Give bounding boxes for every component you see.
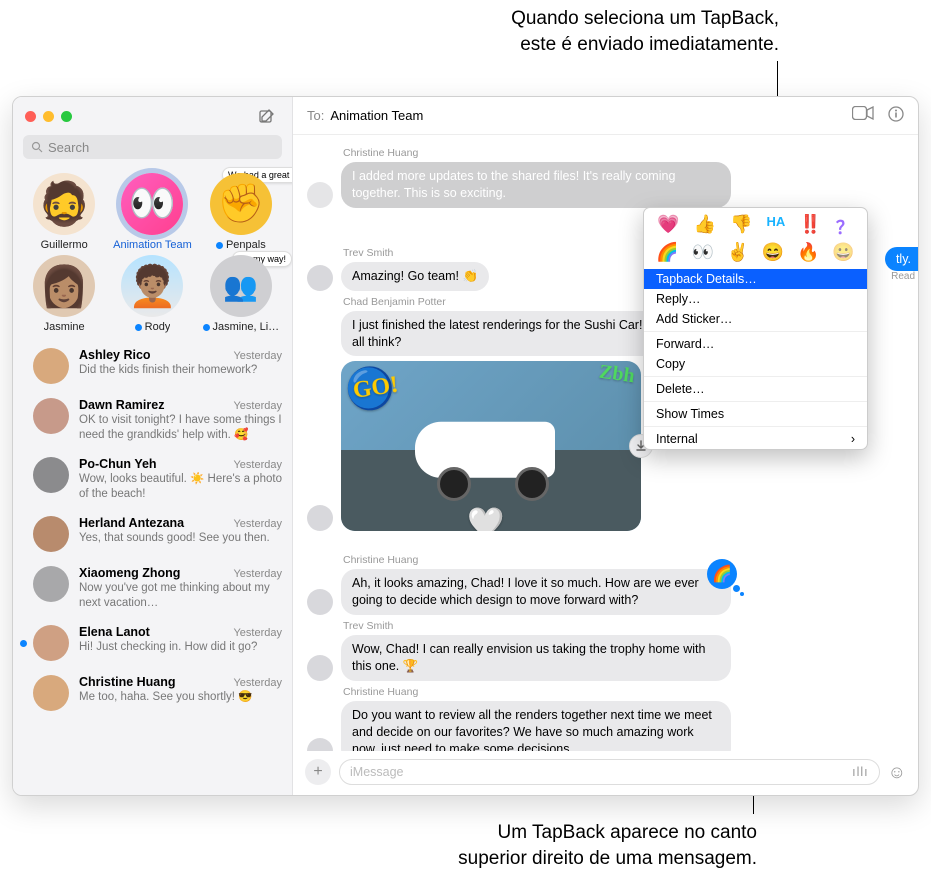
- message-bubble[interactable]: Do you want to review all the renders to…: [341, 701, 731, 751]
- list-item[interactable]: Herland AntezanaYesterdayYes, that sound…: [13, 509, 292, 559]
- tapback-heart[interactable]: 💗: [657, 214, 679, 240]
- context-menu: 💗 👍 👎 HA ‼️ ？ 🌈 👀 ✌️ 😄 🔥 😀 Tapback Detai…: [643, 207, 868, 450]
- avatar: [307, 505, 333, 531]
- tapback-smile[interactable]: 😄: [762, 242, 784, 263]
- outgoing-message-fragment: tly.: [885, 247, 918, 271]
- tapback-thumbsdown[interactable]: 👎: [730, 214, 752, 240]
- message-bubble[interactable]: Ah, it looks amazing, Chad! I love it so…: [341, 569, 731, 615]
- search-placeholder: Search: [48, 140, 89, 155]
- pinned-grid: 🧔 Guillermo 👀 Animation Team We had a gr…: [13, 169, 292, 341]
- composer: + iMessage ıllı ☺: [293, 751, 918, 795]
- avatar: [307, 589, 333, 615]
- list-item[interactable]: Xiaomeng ZhongYesterdayNow you've got me…: [13, 559, 292, 618]
- avatar: [307, 265, 333, 291]
- emoji-picker-button[interactable]: ☺: [888, 762, 906, 783]
- annotation-top: Quando seleciona um TapBack, este é envi…: [511, 6, 779, 57]
- message-bubble[interactable]: Amazing! Go team! 👏: [341, 262, 489, 291]
- pin-penpals[interactable]: We had a great time. Home with… ✊ Penpal…: [198, 173, 284, 251]
- conversation-pane: To: Animation Team tly. Read 💗 👍 👎 HA ‼️…: [293, 97, 918, 795]
- tapback-exclaim[interactable]: ‼️: [799, 214, 821, 240]
- message-row: I added more updates to the shared files…: [307, 162, 902, 208]
- unread-indicator: [20, 640, 27, 647]
- minimize-window-button[interactable]: [43, 111, 54, 122]
- facetime-video-button[interactable]: [852, 106, 874, 125]
- sender-label: Trev Smith: [343, 620, 902, 632]
- message-bubble-selected[interactable]: I added more updates to the shared files…: [341, 162, 731, 208]
- fullscreen-window-button[interactable]: [61, 111, 72, 122]
- chat-scroll[interactable]: tly. Read 💗 👍 👎 HA ‼️ ？ 🌈 👀 ✌️ 😄 🔥: [293, 135, 918, 751]
- details-button[interactable]: [888, 106, 904, 125]
- list-item[interactable]: Ashley RicoYesterdayDid the kids finish …: [13, 341, 292, 391]
- window-controls: [25, 111, 72, 122]
- avatar: [307, 655, 333, 681]
- ctx-internal[interactable]: Internal›: [644, 429, 867, 449]
- messages-window: Search 🧔 Guillermo 👀 Animation Team We h…: [12, 96, 919, 796]
- tapback-question[interactable]: ？: [836, 214, 854, 240]
- ctx-delete[interactable]: Delete…: [644, 379, 867, 399]
- avatar: [307, 738, 333, 752]
- input-placeholder: iMessage: [350, 765, 404, 779]
- list-item[interactable]: Po-Chun YehYesterdayWow, looks beautiful…: [13, 450, 292, 509]
- message-input[interactable]: iMessage ıllı: [339, 759, 880, 785]
- tapback-haha[interactable]: HA: [767, 214, 786, 240]
- sidebar: Search 🧔 Guillermo 👀 Animation Team We h…: [13, 97, 293, 795]
- list-item[interactable]: Christine HuangYesterdayMe too, haha. Se…: [13, 668, 292, 718]
- tapback-fire[interactable]: 🔥: [797, 242, 819, 263]
- chevron-right-icon: ›: [851, 432, 855, 446]
- compose-button[interactable]: [254, 105, 280, 127]
- message-bubble[interactable]: Wow, Chad! I can really envision us taki…: [341, 635, 731, 681]
- to-label: To:: [307, 108, 324, 123]
- tapback-badge-rainbow[interactable]: 🌈: [707, 559, 737, 589]
- apps-button[interactable]: +: [305, 759, 331, 785]
- tapback-more-emoji[interactable]: 😀: [832, 242, 854, 263]
- sender-label: Christine Huang: [343, 554, 902, 566]
- pin-rody[interactable]: 🧑🏽‍🦱 Rody: [109, 255, 195, 333]
- tapback-thumbsup[interactable]: 👍: [694, 214, 716, 240]
- close-window-button[interactable]: [25, 111, 36, 122]
- to-value: Animation Team: [330, 108, 423, 123]
- ctx-copy[interactable]: Copy: [644, 354, 867, 374]
- search-input[interactable]: Search: [23, 135, 282, 159]
- tapback-row-2: 🌈 👀 ✌️ 😄 🔥 😀: [644, 242, 867, 269]
- tapback-rainbow[interactable]: 🌈: [656, 242, 678, 263]
- compose-icon: [259, 108, 275, 124]
- sender-label: Christine Huang: [343, 686, 902, 698]
- titlebar: [13, 97, 292, 135]
- image-attachment[interactable]: 🔵 GO! Zbh 🤍: [341, 361, 641, 531]
- avatar: [307, 182, 333, 208]
- plus-icon: +: [313, 763, 322, 781]
- tapback-peace[interactable]: ✌️: [727, 242, 749, 263]
- chat-header: To: Animation Team: [293, 97, 918, 135]
- audio-waveform-icon[interactable]: ıllı: [852, 765, 869, 779]
- list-item[interactable]: Elena LanotYesterdayHi! Just checking in…: [13, 618, 292, 668]
- pin-guillermo[interactable]: 🧔 Guillermo: [21, 173, 107, 251]
- ctx-tapback-details[interactable]: Tapback Details…: [644, 269, 867, 289]
- ctx-add-sticker[interactable]: Add Sticker…: [644, 309, 867, 329]
- pin-animation-team[interactable]: 👀 Animation Team: [109, 173, 195, 251]
- message-row: Wow, Chad! I can really envision us taki…: [307, 635, 902, 681]
- message-row: Ah, it looks amazing, Chad! I love it so…: [307, 569, 902, 615]
- read-receipt: Read: [891, 271, 915, 282]
- annotation-bottom: Um TapBack aparece no canto superior dir…: [458, 820, 757, 871]
- pin-jasmine[interactable]: 👩🏽 Jasmine: [21, 255, 107, 333]
- search-icon: [31, 141, 43, 153]
- ctx-forward[interactable]: Forward…: [644, 334, 867, 354]
- ctx-show-times[interactable]: Show Times: [644, 404, 867, 424]
- pin-jasmine-li[interactable]: On my way! 👥 Jasmine, Li…: [198, 255, 284, 333]
- tapback-row-1: 💗 👍 👎 HA ‼️ ？: [644, 208, 867, 242]
- list-item[interactable]: Dawn RamirezYesterdayOK to visit tonight…: [13, 391, 292, 450]
- sender-label: Christine Huang: [343, 147, 902, 159]
- conversation-list[interactable]: Ashley RicoYesterdayDid the kids finish …: [13, 341, 292, 795]
- message-row: Do you want to review all the renders to…: [307, 701, 902, 751]
- tapback-eyes[interactable]: 👀: [692, 242, 714, 263]
- ctx-reply[interactable]: Reply…: [644, 289, 867, 309]
